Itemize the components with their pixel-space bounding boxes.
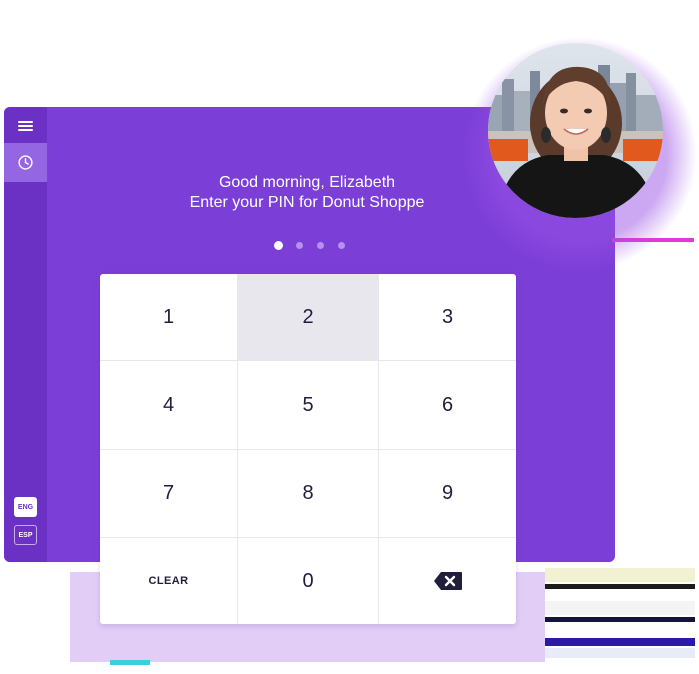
key-0[interactable]: 0 bbox=[238, 538, 379, 624]
key-5[interactable]: 5 bbox=[238, 361, 379, 450]
decorative-glitch-stripe bbox=[545, 601, 695, 615]
backspace-button[interactable] bbox=[379, 538, 516, 624]
pin-dot-filled bbox=[274, 241, 283, 250]
hamburger-menu-icon[interactable] bbox=[18, 120, 33, 133]
key-4[interactable]: 4 bbox=[100, 361, 238, 450]
pin-progress-dots bbox=[274, 241, 359, 250]
clear-button[interactable]: CLEAR bbox=[100, 538, 238, 624]
decorative-glitch-stripe bbox=[545, 584, 695, 589]
key-8[interactable]: 8 bbox=[238, 450, 379, 538]
clock-icon bbox=[18, 155, 33, 170]
user-photo bbox=[488, 43, 663, 218]
pin-dot bbox=[296, 242, 303, 249]
pin-keypad: 1 2 3 4 5 6 7 8 9 CLEAR 0 bbox=[100, 274, 516, 624]
key-9[interactable]: 9 bbox=[379, 450, 516, 538]
key-3[interactable]: 3 bbox=[379, 274, 516, 361]
decorative-glitch-stripe bbox=[545, 648, 695, 658]
key-6[interactable]: 6 bbox=[379, 361, 516, 450]
clock-button[interactable] bbox=[4, 143, 47, 182]
backspace-icon bbox=[433, 572, 462, 590]
decorative-glitch-stripe bbox=[545, 568, 695, 582]
decorative-glitch-stripe bbox=[545, 638, 695, 646]
pin-dot bbox=[317, 242, 324, 249]
sidebar: ENG ESP bbox=[4, 107, 47, 562]
decorative-glitch-stripe bbox=[545, 617, 695, 622]
key-7[interactable]: 7 bbox=[100, 450, 238, 538]
key-1[interactable]: 1 bbox=[100, 274, 238, 361]
language-eng-button[interactable]: ENG bbox=[14, 497, 37, 517]
avatar bbox=[488, 43, 663, 218]
pin-dot bbox=[338, 242, 345, 249]
language-esp-button[interactable]: ESP bbox=[14, 525, 37, 545]
key-2[interactable]: 2 bbox=[238, 274, 379, 361]
decorative-glitch-stripe bbox=[110, 660, 150, 665]
